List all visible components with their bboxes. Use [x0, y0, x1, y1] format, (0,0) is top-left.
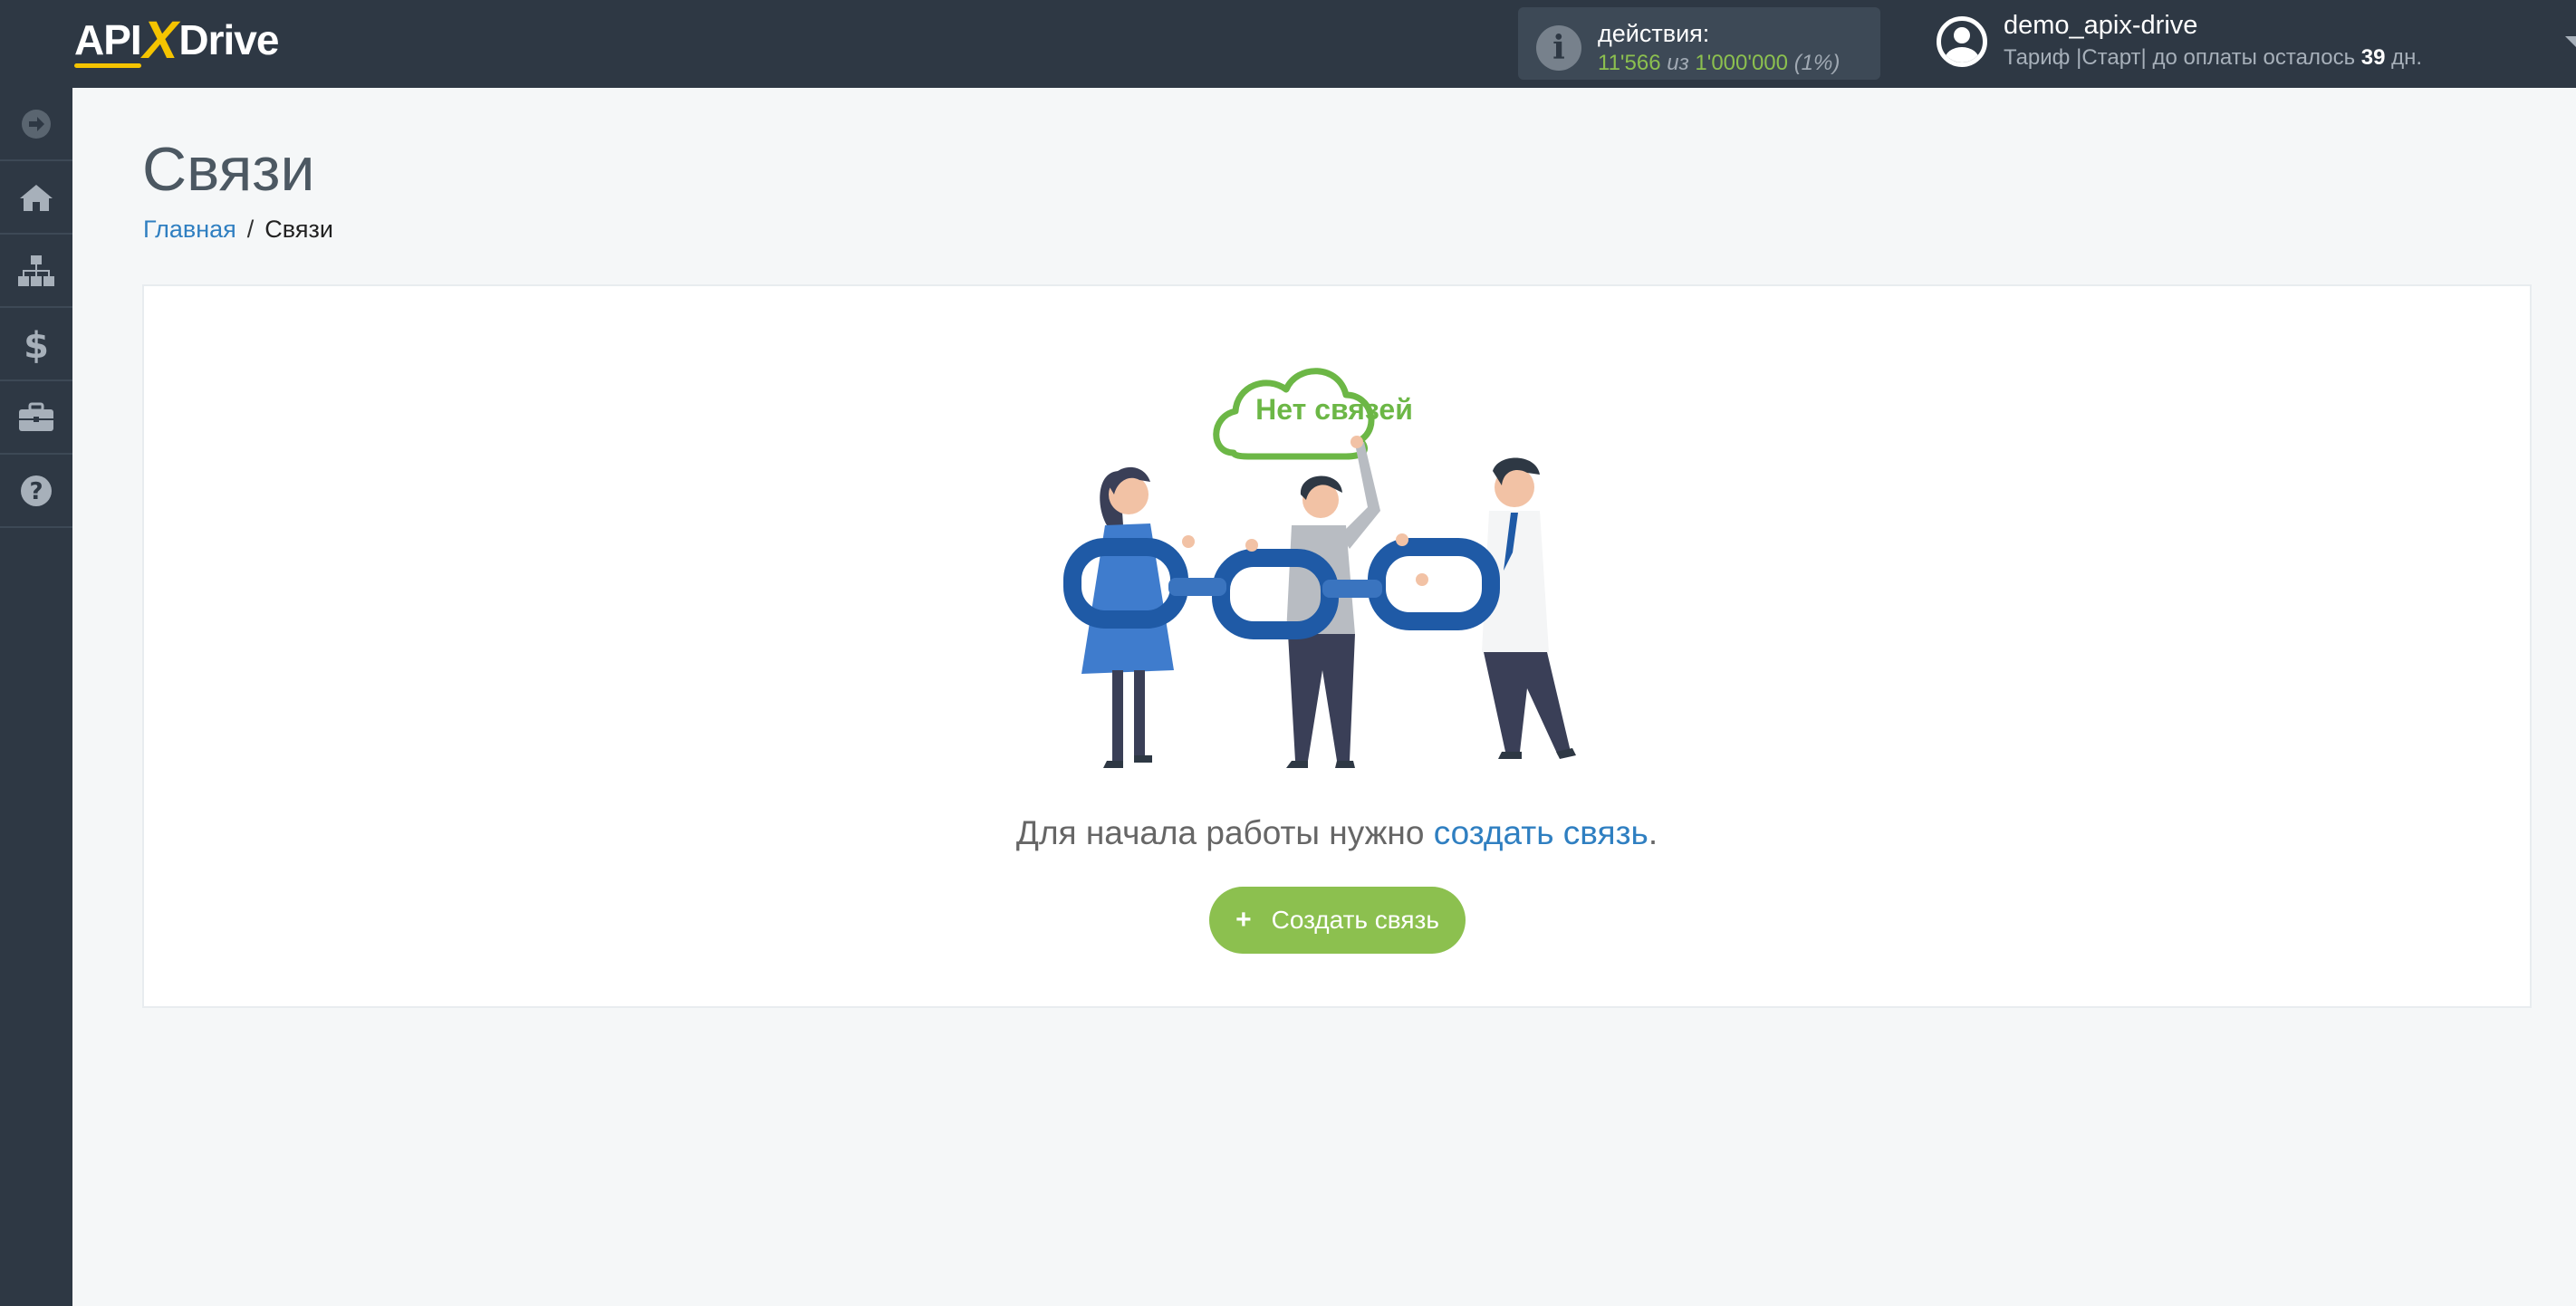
dollar-icon: $ [24, 325, 48, 363]
arrow-right-circle-icon [22, 109, 51, 139]
logo-api: API [74, 16, 142, 68]
logo-x: X [142, 10, 178, 70]
breadcrumb-separator: / [246, 216, 255, 243]
sidebar-item-billing[interactable]: $ [0, 308, 72, 381]
right-man-figure [1482, 457, 1576, 759]
info-icon: i [1536, 25, 1581, 71]
no-connections-illustration: Нет связей [1063, 368, 1576, 768]
help-circle-icon: ? [21, 475, 52, 506]
sidebar-item-services[interactable] [0, 381, 72, 455]
sidebar-item-connections[interactable] [0, 235, 72, 308]
top-bar: API X Drive i действия: 11'566 из 1'000'00… [0, 0, 2576, 88]
user-avatar-icon[interactable] [1937, 16, 1987, 67]
sitemap-icon [18, 254, 54, 286]
sidebar-item-help[interactable]: ? [0, 455, 72, 528]
actions-total: 1'000'000 [1695, 51, 1789, 75]
logo-drive: Drive [178, 16, 279, 63]
create-connection-button[interactable]: + Создать связь [1209, 887, 1466, 954]
sidebar-item-home[interactable] [0, 161, 72, 235]
breadcrumb-current: Связи [264, 216, 333, 243]
sidebar: $ ? [0, 88, 72, 1306]
prompt-text: Для начала работы нужно [1015, 814, 1425, 851]
plus-icon: + [1235, 905, 1252, 935]
breadcrumb: Главная / Связи [143, 216, 333, 244]
empty-state-prompt: Для начала работы нужно создать связь. [0, 814, 2576, 852]
create-connection-link[interactable]: создать связь [1434, 814, 1648, 851]
page-title: Связи [142, 135, 315, 204]
actions-percent: (1%) [1793, 51, 1841, 75]
user-name[interactable]: demo_apix-drive [2004, 11, 2197, 41]
home-icon [20, 184, 53, 211]
breadcrumb-home-link[interactable]: Главная [143, 216, 236, 243]
svg-text:?: ? [29, 478, 43, 505]
prompt-end: . [1648, 814, 1658, 851]
actions-counter: i действия: 11'566 из 1'000'000 (1%) [1518, 7, 1880, 80]
actions-value: 11'566 из 1'000'000 (1%) [1598, 51, 1840, 76]
actions-label: действия: [1598, 20, 1710, 47]
briefcase-icon [19, 402, 53, 431]
cloud-text: Нет связей [1255, 393, 1413, 426]
create-connection-button-label: Создать связь [1271, 906, 1439, 934]
actions-of-word: из [1667, 51, 1689, 75]
svg-text:$: $ [24, 325, 48, 363]
chain-links [1168, 578, 1382, 598]
user-plan: Тариф |Старт| до оплаты осталось 39 дн. [2004, 45, 2422, 71]
cloud-icon: Нет связей [1213, 368, 1413, 460]
apix-drive-logo[interactable]: API X Drive [74, 11, 279, 70]
user-menu-caret-icon[interactable] [2565, 36, 2576, 47]
sidebar-item-toggle[interactable] [0, 88, 72, 161]
actions-used: 11'566 [1598, 51, 1661, 75]
plan-prefix: Тариф |Старт| до оплаты осталось [2004, 45, 2356, 70]
plan-days: 39 [2360, 45, 2386, 70]
plan-days-suffix: дн. [2391, 45, 2423, 70]
